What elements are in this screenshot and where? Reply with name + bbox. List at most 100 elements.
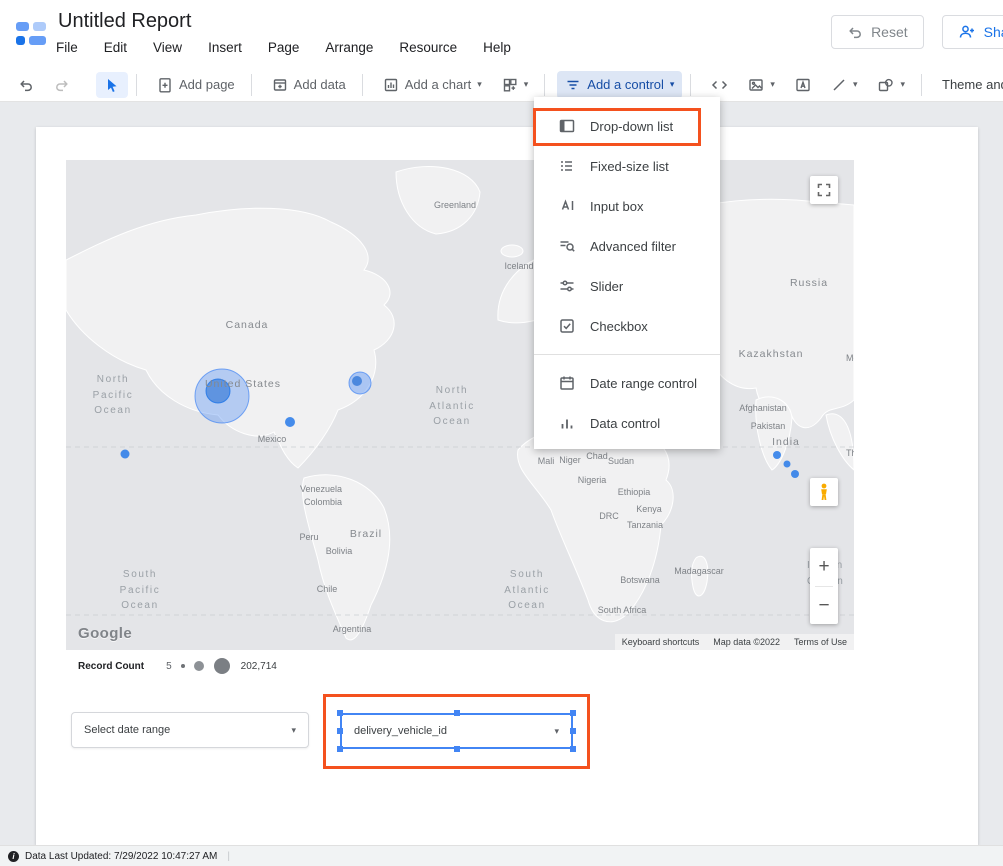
report-page[interactable]: Greenland Iceland Russia Canada United S… [36,127,978,845]
date-range-icon [558,374,576,392]
add-control-menu: Drop-down list Fixed-size list Input box [534,97,720,449]
selection-handle[interactable] [454,746,460,752]
selection-handle[interactable] [570,710,576,716]
add-a-control-button[interactable]: Add a control ▾ [557,71,682,99]
chevron-down-icon: ▾ [670,80,675,89]
menu-item-data-control[interactable]: Data control [534,403,720,443]
map-attribution: Keyboard shortcuts Map data ©2022 Terms … [615,634,854,650]
add-chart-button[interactable]: Add a chart ▾ [375,72,490,98]
menubar: File Edit View Insert Page Arrange Resou… [56,40,511,55]
select-cursor-tool[interactable] [96,72,128,98]
image-button[interactable]: ▾ [740,72,783,98]
toolbar-separator [362,74,363,96]
zoom-out-button[interactable]: − [810,587,838,625]
menu-item-label: Checkbox [590,319,648,334]
menu-item-input-box[interactable]: Input box [534,186,720,226]
legend-title: Record Count [78,661,144,672]
menu-item-label: Date range control [590,376,697,391]
chevron-down-icon: ▾ [853,80,858,89]
selection-handle[interactable] [337,710,343,716]
community-viz-icon [502,77,518,93]
undo-button[interactable] [10,72,42,98]
selection-handle[interactable] [337,728,343,734]
last-updated-text: Data Last Updated: 7/29/2022 10:47:27 AM [25,851,217,862]
header-actions: Reset Share [831,15,1003,49]
menu-item-label: Fixed-size list [590,159,669,174]
text-box-button[interactable] [787,72,819,98]
fullscreen-icon [817,183,831,197]
menu-edit[interactable]: Edit [104,40,127,55]
add-page-label: Add page [179,77,235,92]
date-range-control[interactable]: Select date range ▾ [71,712,309,748]
toolbar-separator [921,74,922,96]
line-button[interactable]: ▾ [823,72,866,98]
date-range-label: Select date range [84,724,170,736]
chevron-down-icon: ▾ [554,727,559,736]
map-data-copyright: Map data ©2022 [706,634,787,650]
menu-item-label: Advanced filter [590,239,676,254]
theme-and-layout-label: Theme and layout [942,77,1003,92]
zoom-control: + − [810,548,838,624]
vehicle-id-dropdown-control[interactable]: delivery_vehicle_id ▾ [340,713,573,749]
slider-icon [558,277,576,295]
menu-item-advanced-filter[interactable]: Advanced filter [534,226,720,266]
menu-arrange[interactable]: Arrange [325,40,373,55]
legend-size-dot-small [181,664,185,668]
zoom-in-button[interactable]: + [810,548,838,586]
legend-min-value: 5 [166,661,172,672]
selection-handle[interactable] [570,746,576,752]
chevron-down-icon: ▾ [900,80,905,89]
vehicle-id-label: delivery_vehicle_id [354,725,447,737]
add-data-button[interactable]: Add data [264,72,354,98]
add-chart-icon [383,77,399,93]
menu-help[interactable]: Help [483,40,511,55]
pegman-streetview-button[interactable] [810,478,838,506]
share-button[interactable]: Share [942,15,1003,49]
add-page-button[interactable]: Add page [149,72,243,98]
image-icon [748,77,764,93]
menu-view[interactable]: View [153,40,182,55]
add-a-control-label: Add a control [587,77,664,92]
add-chart-label: Add a chart [405,77,472,92]
chevron-down-icon: ▾ [477,80,482,89]
fullscreen-button[interactable] [810,176,838,204]
menu-page[interactable]: Page [268,40,300,55]
selection-handle[interactable] [337,746,343,752]
chevron-down-icon: ▾ [770,80,775,89]
menu-item-slider[interactable]: Slider [534,266,720,306]
pegman-icon [817,483,831,501]
datastudio-logo-icon[interactable] [14,17,48,51]
report-title[interactable]: Untitled Report [58,10,191,33]
geo-bubble-map[interactable]: Greenland Iceland Russia Canada United S… [66,160,854,650]
input-box-icon [558,197,576,215]
menu-item-label: Input box [590,199,644,214]
report-canvas[interactable]: Greenland Iceland Russia Canada United S… [0,102,1003,845]
menu-item-drop-down-list[interactable]: Drop-down list [534,106,720,146]
menu-insert[interactable]: Insert [208,40,242,55]
menu-file[interactable]: File [56,40,78,55]
reset-button[interactable]: Reset [831,15,924,49]
toolbar: Add page Add data Add a chart ▾ [0,68,1003,102]
selection-handle[interactable] [570,728,576,734]
shape-button[interactable]: ▾ [869,72,913,98]
menu-divider [534,354,720,355]
status-bar: i Data Last Updated: 7/29/2022 10:47:27 … [0,845,1003,866]
add-data-label: Add data [294,77,346,92]
embed-code-button[interactable] [703,72,736,98]
theme-and-layout-button[interactable]: Theme and layout [934,72,1003,98]
menu-item-checkbox[interactable]: Checkbox [534,306,720,346]
legend-max-value: 202,714 [241,661,277,672]
toolbar-separator [544,74,545,96]
terms-of-use-link[interactable]: Terms of Use [787,634,854,650]
menu-resource[interactable]: Resource [399,40,457,55]
selection-handle[interactable] [454,710,460,716]
redo-button[interactable] [46,72,78,98]
menu-item-date-range-control[interactable]: Date range control [534,363,720,403]
reset-label: Reset [871,24,908,40]
menu-item-fixed-size-list[interactable]: Fixed-size list [534,146,720,186]
toolbar-separator [251,74,252,96]
menu-item-label: Slider [590,279,623,294]
looker-studio-app: Untitled Report File Edit View Insert Pa… [0,0,1003,866]
keyboard-shortcuts-link[interactable]: Keyboard shortcuts [615,634,707,650]
community-visualizations-button[interactable]: ▾ [494,72,537,98]
